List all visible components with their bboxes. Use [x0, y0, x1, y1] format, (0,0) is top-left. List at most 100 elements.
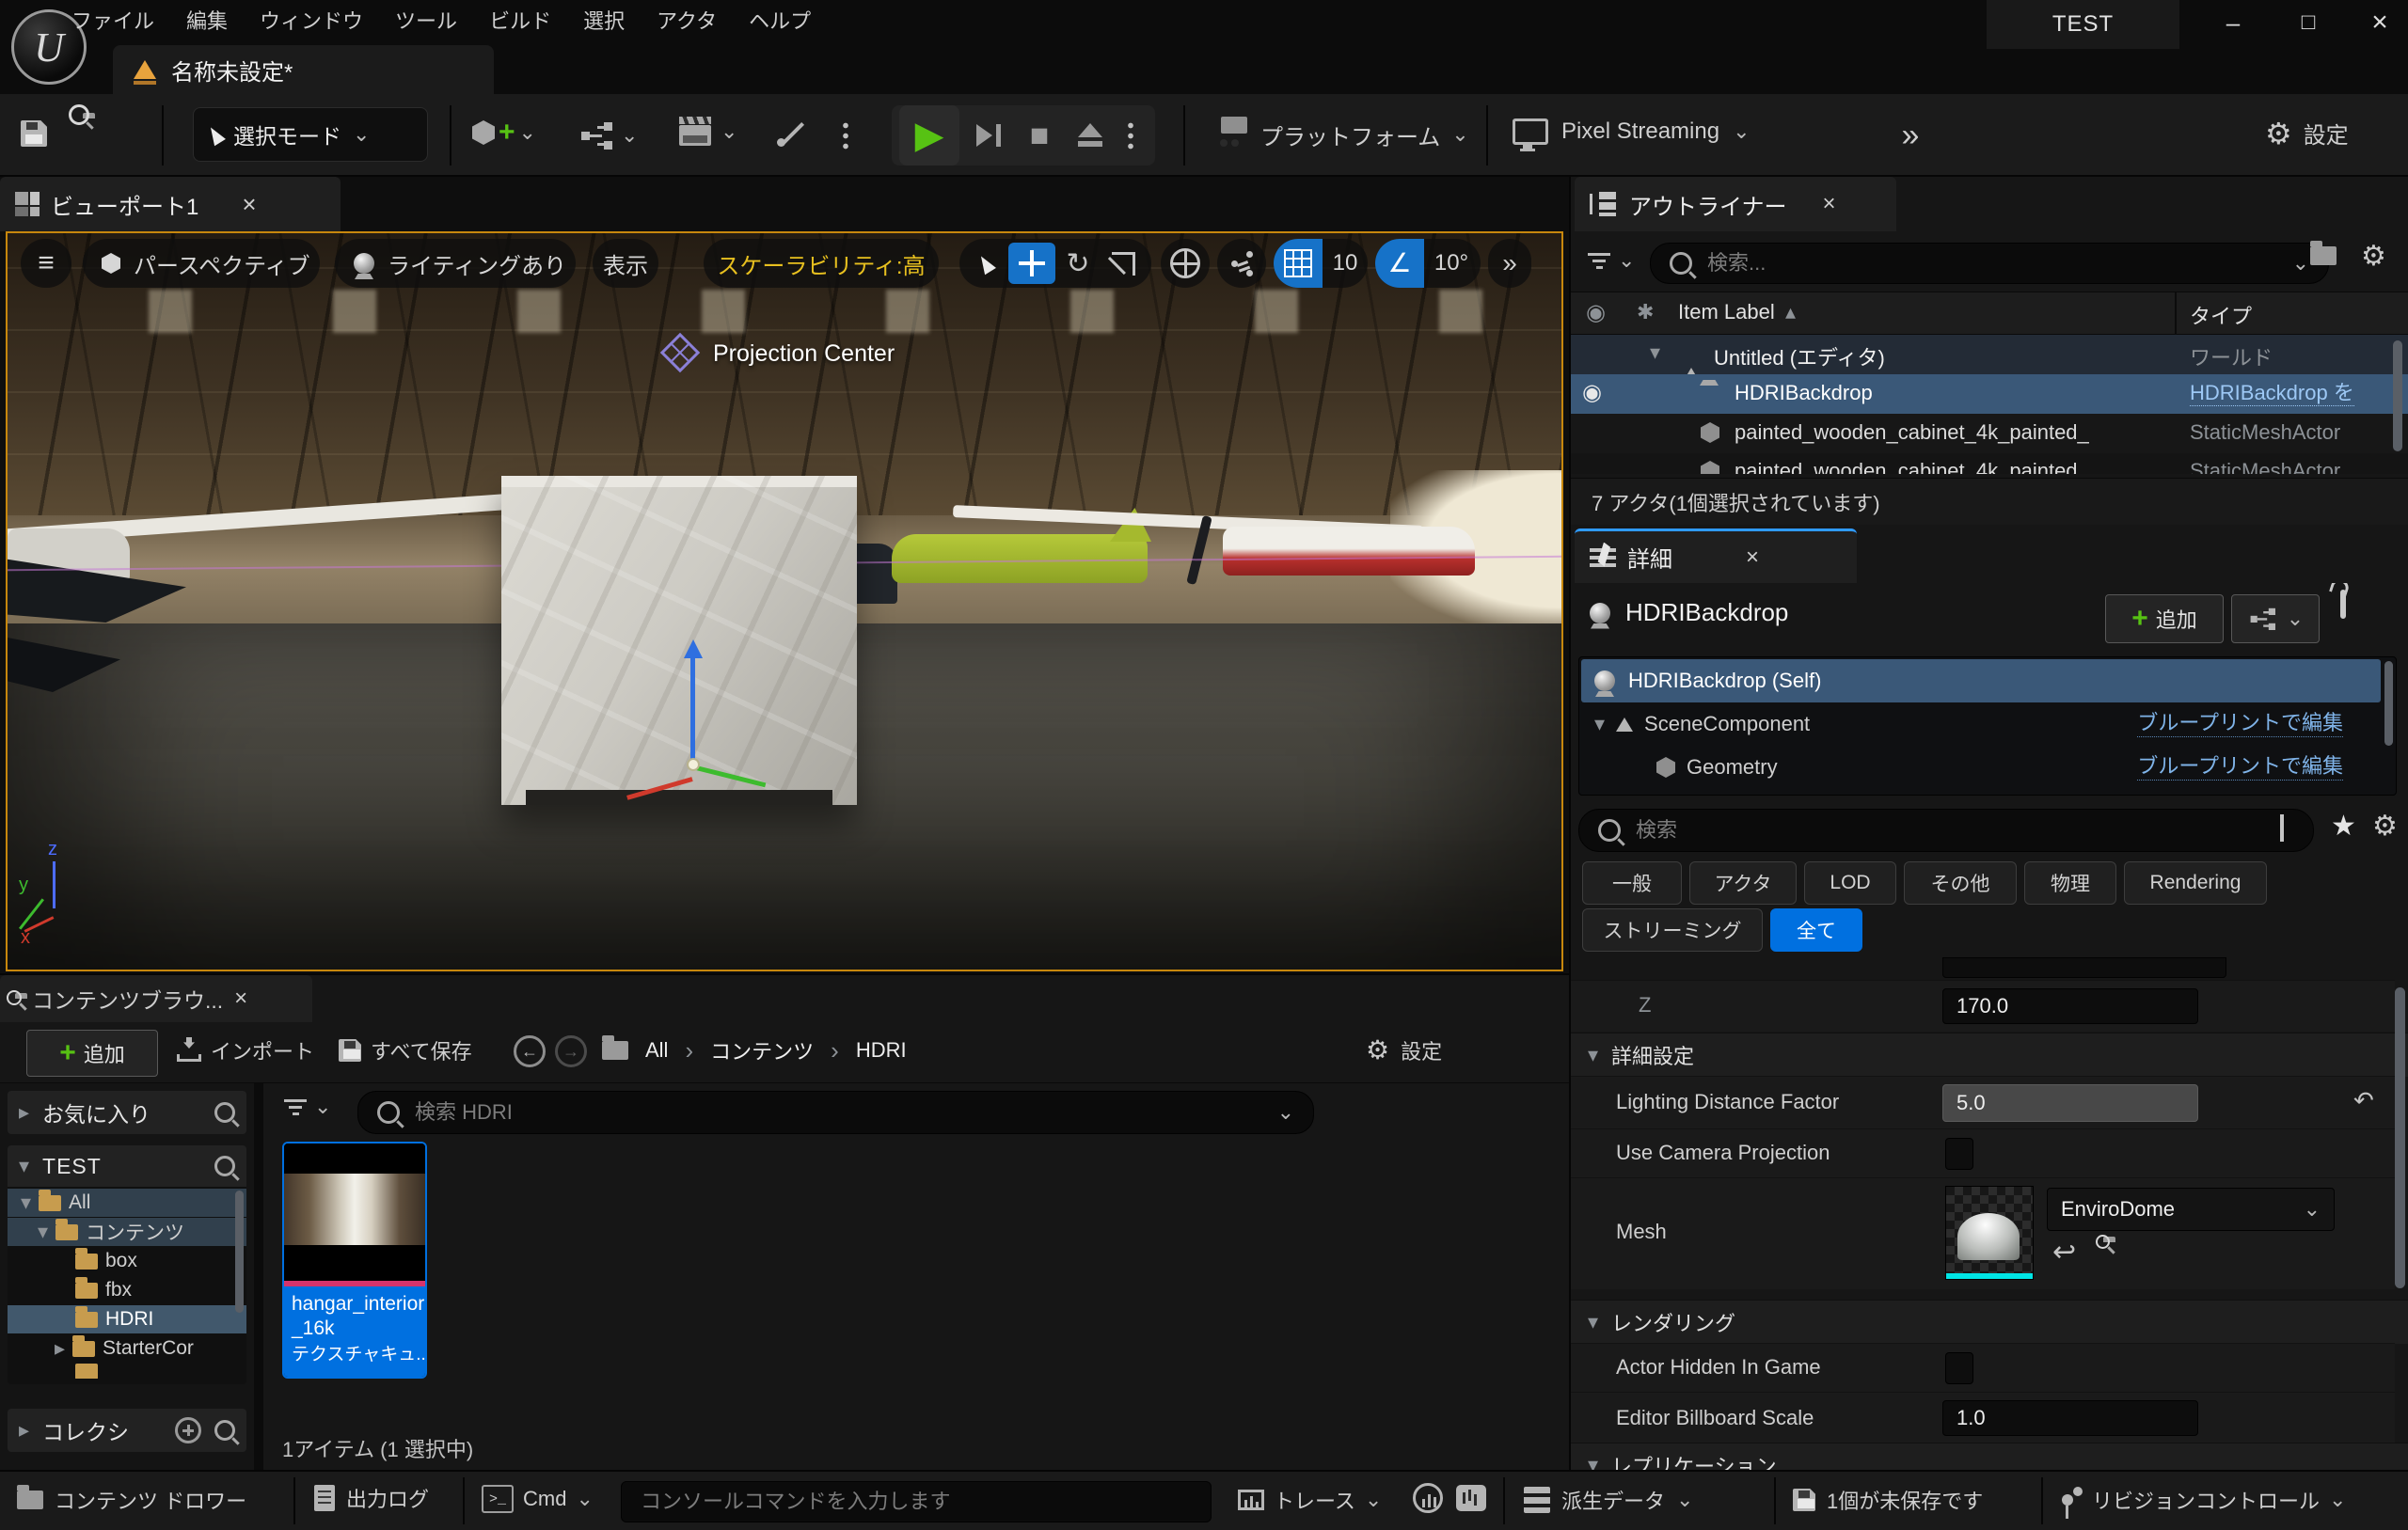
blueprints-dropdown[interactable]: ⌄ [581, 122, 638, 149]
viewport-scene[interactable]: Projection Center z y x ≡ パースペクティブ ライティン… [6, 231, 1563, 971]
search-icon[interactable] [214, 1156, 235, 1176]
minimize-button[interactable]: – [2212, 4, 2254, 41]
visibility-eye-icon[interactable]: ◉ [1582, 382, 1602, 404]
menu-file[interactable]: ファイル [71, 5, 154, 35]
filter-actor[interactable]: アクタ [1689, 861, 1797, 905]
hdribackdrop-row-type-link[interactable]: HDRIBackdrop を [2190, 381, 2354, 406]
cinematics-dropdown[interactable]: ⌄ [679, 117, 737, 146]
outliner-search-input[interactable] [1705, 250, 2279, 276]
sidebar-splitter[interactable] [254, 1083, 263, 1472]
asset-search-box[interactable]: ⌄ [357, 1091, 1314, 1134]
details-search-input[interactable] [1634, 817, 2294, 844]
viewport-options-menu[interactable]: ≡ [21, 239, 71, 288]
tree-item-fbx[interactable]: fbx [8, 1276, 246, 1304]
visibility-column-icon[interactable]: ◉ [1586, 302, 1606, 324]
details-lock-button[interactable] [2340, 592, 2346, 617]
snapshot-button[interactable] [1456, 1485, 1486, 1511]
transform-gizmo[interactable] [610, 647, 779, 816]
console-input-box[interactable] [621, 1481, 1212, 1522]
grid-snap-toggle[interactable] [1274, 239, 1323, 288]
column-divider[interactable] [2175, 292, 2177, 336]
tree-item-startercontent[interactable]: ▸StarterCor [8, 1334, 246, 1363]
view-mode-dropdown[interactable]: ライティングあり [335, 239, 576, 288]
show-flags-dropdown[interactable]: 表示 [593, 239, 658, 288]
reset-to-default-icon[interactable]: ↶ [2353, 1088, 2374, 1112]
select-tool-button[interactable] [963, 243, 1008, 284]
scalability-warning[interactable]: スケーラビリティ:高 [704, 239, 939, 288]
new-folder-button[interactable] [2310, 246, 2337, 265]
outliner-tab[interactable]: アウトライナー × [1575, 177, 1896, 231]
component-row-self[interactable]: HDRIBackdrop (Self) [1581, 659, 2381, 702]
type-column[interactable]: タイプ [2190, 300, 2252, 330]
surface-snapping-dropdown[interactable] [1217, 239, 1266, 288]
level-tab[interactable]: 名称未設定* [113, 45, 494, 94]
item-label-column[interactable]: Item Label [1678, 300, 1775, 324]
rotation-snap-toggle[interactable]: ∠ [1375, 239, 1424, 288]
editor-mode-dropdown[interactable]: 選択モード ⌄ [193, 107, 428, 162]
edit-blueprint-link[interactable]: ブループリントで編集 [2137, 754, 2343, 780]
content-settings-button[interactable]: ⚙ 設定 [1366, 1035, 1442, 1065]
section-replication[interactable]: ▾ レプリケーション [1571, 1443, 2408, 1470]
viewport-tab[interactable]: ビューポート1 × [0, 177, 341, 231]
outliner-settings-button[interactable]: ⚙ [2361, 243, 2386, 271]
tree-scrollbar[interactable] [235, 1191, 244, 1313]
scale-tool-button[interactable] [1101, 243, 1146, 284]
unsaved-changes-button[interactable]: 1個が未保存です [1793, 1485, 1983, 1515]
add-actor-dropdown[interactable]: + ⌄ [472, 118, 536, 147]
move-tool-button[interactable] [1008, 243, 1055, 284]
filter-streaming[interactable]: ストリーミング [1582, 908, 1763, 952]
output-log-button[interactable]: 出力ログ [314, 1483, 429, 1513]
add-collection-icon[interactable] [175, 1417, 201, 1443]
rotation-snap-value[interactable]: 10° [1424, 250, 1479, 276]
breadcrumb-all[interactable]: All [645, 1038, 668, 1063]
breadcrumb-content[interactable]: コンテンツ [710, 1035, 814, 1065]
filter-rendering[interactable]: Rendering [2124, 861, 2267, 905]
outliner-search-box[interactable]: ⌄ [1650, 243, 2329, 284]
play-options-menu[interactable] [1121, 120, 1140, 150]
menu-help[interactable]: ヘルプ [749, 5, 811, 35]
billboard-input[interactable]: 1.0 [1942, 1400, 2198, 1436]
add-content-button[interactable]: + 追加 [26, 1030, 158, 1077]
console-input[interactable] [639, 1489, 1194, 1515]
clipped-input[interactable] [1942, 957, 2226, 978]
filter-general[interactable]: 一般 [1582, 861, 1682, 905]
menu-actor[interactable]: アクタ [657, 5, 717, 35]
console-command-dropdown[interactable]: >_ Cmd ⌄ [482, 1485, 594, 1513]
editor-tools-button[interactable] [777, 118, 807, 149]
rotate-tool-button[interactable]: ↻ [1055, 243, 1101, 284]
filter-lod[interactable]: LOD [1804, 861, 1896, 905]
add-component-button[interactable]: + 追加 [2105, 594, 2224, 643]
close-icon[interactable]: × [1746, 546, 1759, 569]
favorites-filter-icon[interactable]: ★ [2331, 812, 2356, 841]
asset-filter-button[interactable]: ⌄ [284, 1096, 331, 1117]
camera-speed-expand[interactable]: » [1488, 239, 1531, 288]
frame-skip-button[interactable] [965, 124, 1012, 147]
nav-back-button[interactable]: ← [514, 1035, 546, 1067]
outliner-row-cabinet-1[interactable]: painted_wooden_cabinet_4k_painted_ Stati… [1571, 414, 2408, 453]
projection-center-gizmo[interactable]: Projection Center [666, 331, 967, 387]
nav-forward-button[interactable]: → [555, 1035, 587, 1067]
menu-build[interactable]: ビルド [489, 5, 551, 35]
component-row-geometry[interactable]: Geometry ブループリントで編集 [1581, 746, 2381, 789]
close-button[interactable]: × [2359, 4, 2400, 41]
play-button[interactable]: ▶ [899, 105, 959, 166]
hidden-checkbox[interactable] [1945, 1352, 1973, 1384]
ldf-input[interactable]: 5.0 [1942, 1084, 2198, 1122]
mesh-thumbnail[interactable] [1945, 1186, 2034, 1280]
filter-all[interactable]: 全て [1770, 908, 1862, 952]
maximize-button[interactable]: □ [2288, 4, 2329, 41]
close-icon[interactable]: × [242, 192, 256, 216]
outliner-row-cabinet-2[interactable]: painted_wooden_cabinet_4k_painted_ Stati… [1571, 453, 2408, 474]
tree-item-content[interactable]: ▾コンテンツ [8, 1218, 246, 1246]
menu-edit[interactable]: 編集 [186, 5, 228, 35]
filter-physics[interactable]: 物理 [2024, 861, 2116, 905]
section-advanced[interactable]: ▾ 詳細設定 [1571, 1033, 2408, 1077]
perspective-dropdown[interactable]: パースペクティブ [83, 239, 320, 288]
details-scrollbar[interactable] [2395, 987, 2405, 1288]
stop-button[interactable]: ■ [1016, 109, 1063, 162]
menu-select[interactable]: 選択 [583, 5, 625, 35]
toolbar-expand-button[interactable]: » [1887, 113, 1934, 158]
asset-search-input[interactable] [413, 1099, 1264, 1126]
tree-item-partial[interactable] [8, 1364, 246, 1379]
world-space-toggle[interactable] [1161, 239, 1210, 288]
